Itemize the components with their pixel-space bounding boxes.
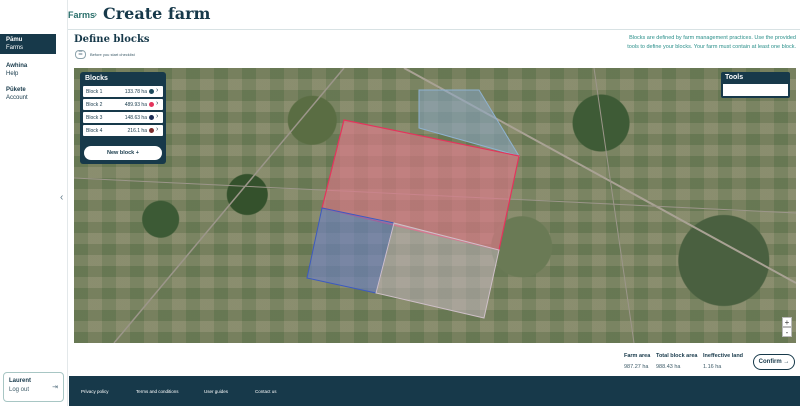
block-row[interactable]: Block 2 489.93 ha › (83, 99, 163, 110)
farm-area-stat: Farm area 987.27 ha (624, 352, 650, 373)
chevron-right-icon[interactable]: › (156, 113, 158, 120)
block-color-dot (149, 115, 154, 120)
info-text: Blocks are defined by farm management pr… (627, 35, 796, 50)
logout-icon[interactable]: ⇥ (52, 383, 58, 391)
zoom-out-button[interactable]: - (782, 327, 792, 337)
footer-link-privacy[interactable]: Privacy policy (81, 389, 109, 394)
farm-area-label: Farm area (624, 353, 651, 359)
block-name: Block 2 (86, 102, 103, 108)
satellite-map[interactable]: Blocks Block 1 133.78 ha › Block 2 489.9… (74, 68, 796, 343)
block-area: 133.78 ha (124, 89, 147, 95)
chevron-right-icon[interactable]: › (156, 126, 158, 133)
chevron-right-icon[interactable]: › (156, 100, 158, 107)
footer-link-terms[interactable]: Terms and conditions (136, 389, 179, 394)
sidebar-item-account[interactable]: Pūkete Account (0, 84, 34, 104)
block-area: 489.93 ha (124, 102, 147, 108)
block-row[interactable]: Block 1 133.78 ha › (83, 86, 163, 97)
new-block-button[interactable]: New block + (84, 146, 162, 160)
ineffective-land-label: Ineffective land (703, 353, 744, 359)
farm-area-value: 987.27 ha (624, 364, 649, 370)
collapse-sidebar-icon[interactable]: ‹ (60, 192, 63, 203)
block-color-dot (149, 89, 154, 94)
checklist-link[interactable]: Before you start checklist (90, 52, 135, 57)
total-block-area-label: Total block area (656, 353, 698, 359)
ineffective-land-stat: Ineffective land 1.16 ha (703, 352, 743, 373)
block-area: 148.63 ha (124, 115, 147, 121)
footer-link-contact[interactable]: Contact us (255, 389, 277, 394)
zoom-in-button[interactable]: + (782, 317, 792, 327)
block-name: Block 4 (86, 128, 103, 134)
breadcrumb[interactable]: Farms (68, 10, 95, 20)
footer: Privacy policy Terms and conditions User… (69, 376, 800, 406)
user-name: Laurent (9, 378, 32, 384)
page-title: Create farm (103, 4, 211, 23)
sidebar-item-title: Awhina (6, 63, 28, 69)
sidebar-item-sub: Account (6, 95, 28, 101)
block-row[interactable]: Block 4 216.1 ha › (83, 125, 163, 136)
sidebar: Pāmu Farms Awhina Help Pūkete Account ‹ … (0, 0, 68, 406)
section-title: Define blocks (74, 34, 150, 45)
block-row[interactable]: Block 3 148.63 ha › (83, 112, 163, 123)
breadcrumb-separator-icon: › (94, 9, 97, 19)
checklist-icon[interactable]: ☰ (75, 50, 86, 59)
road (593, 68, 635, 343)
user-card: Laurent Log out ⇥ (3, 372, 64, 402)
sidebar-item-farms[interactable]: Pāmu Farms (0, 34, 56, 54)
block-color-dot (149, 102, 154, 107)
block-name: Block 1 (86, 89, 103, 95)
ineffective-land-value: 1.16 ha (703, 364, 722, 370)
block-color-dot (149, 128, 154, 133)
total-block-area-value: 988.43 ha (656, 364, 681, 370)
sidebar-item-help[interactable]: Awhina Help (0, 60, 33, 80)
blocks-title: Blocks (85, 75, 108, 82)
sidebar-item-title: Pūkete (6, 87, 26, 93)
chevron-right-icon[interactable]: › (156, 87, 158, 94)
map-overlay (74, 68, 796, 343)
block-name: Block 3 (86, 115, 103, 121)
logout-link[interactable]: Log out (9, 386, 58, 395)
tools-body[interactable] (723, 84, 788, 96)
confirm-button[interactable]: Confirm → (753, 354, 795, 370)
sidebar-item-sub: Farms (6, 45, 23, 51)
blocks-panel: Blocks Block 1 133.78 ha › Block 2 489.9… (80, 72, 166, 164)
sidebar-item-sub: Help (6, 71, 19, 77)
tools-title: Tools (725, 74, 744, 81)
tools-panel: Tools (721, 72, 790, 98)
sidebar-item-title: Pāmu (6, 37, 23, 43)
page-header: Farms › Create farm (68, 0, 800, 30)
total-block-area-stat: Total block area 988.43 ha (656, 352, 697, 373)
footer-link-guides[interactable]: User guides (204, 389, 228, 394)
block-area: 216.1 ha (127, 128, 147, 134)
